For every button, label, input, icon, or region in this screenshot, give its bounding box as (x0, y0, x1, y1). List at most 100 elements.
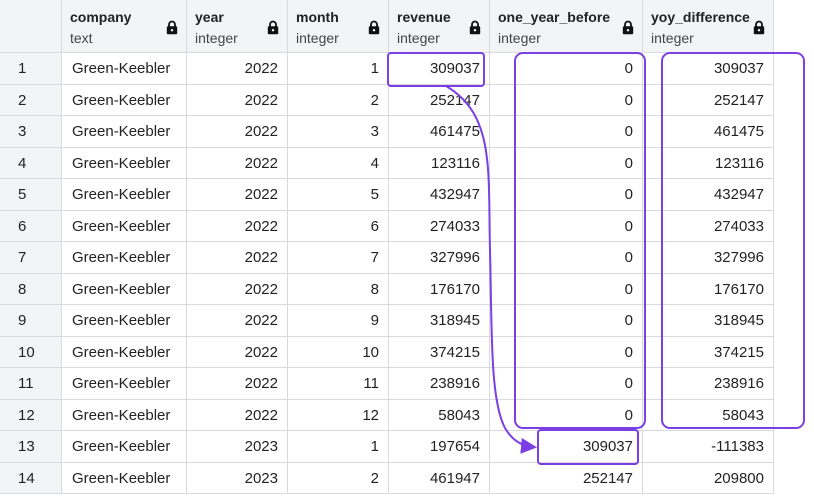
cell-yoy-difference[interactable]: 318945 (643, 305, 774, 337)
cell-revenue[interactable]: 123116 (389, 147, 490, 179)
cell-revenue[interactable]: 274033 (389, 210, 490, 242)
cell-yoy-difference[interactable]: 252147 (643, 84, 774, 116)
cell-revenue[interactable]: 197654 (389, 431, 490, 463)
column-header-year[interactable]: year integer (187, 0, 288, 53)
row-number[interactable]: 9 (0, 305, 62, 337)
cell-revenue[interactable]: 461475 (389, 116, 490, 148)
cell-month[interactable]: 3 (288, 116, 389, 148)
cell-yoy-difference[interactable]: 123116 (643, 147, 774, 179)
table-row[interactable]: 6 Green-Keebler 2022 6 274033 0 274033 (0, 210, 774, 242)
cell-yoy-difference[interactable]: 274033 (643, 210, 774, 242)
cell-one-year-before[interactable]: 0 (490, 242, 643, 274)
cell-revenue[interactable]: 318945 (389, 305, 490, 337)
cell-company[interactable]: Green-Keebler (62, 84, 187, 116)
cell-revenue[interactable]: 374215 (389, 336, 490, 368)
cell-company[interactable]: Green-Keebler (62, 53, 187, 85)
row-number[interactable]: 12 (0, 399, 62, 431)
table-row[interactable]: 10 Green-Keebler 2022 10 374215 0 374215 (0, 336, 774, 368)
cell-one-year-before[interactable]: 0 (490, 305, 643, 337)
row-number[interactable]: 14 (0, 462, 62, 494)
cell-yoy-difference[interactable]: 432947 (643, 179, 774, 211)
cell-company[interactable]: Green-Keebler (62, 179, 187, 211)
cell-one-year-before[interactable]: 0 (490, 368, 643, 400)
row-number[interactable]: 10 (0, 336, 62, 368)
table-row[interactable]: 12 Green-Keebler 2022 12 58043 0 58043 (0, 399, 774, 431)
cell-year[interactable]: 2022 (187, 273, 288, 305)
cell-year[interactable]: 2022 (187, 84, 288, 116)
cell-year[interactable]: 2022 (187, 116, 288, 148)
cell-year[interactable]: 2022 (187, 399, 288, 431)
row-number[interactable]: 7 (0, 242, 62, 274)
cell-revenue[interactable]: 238916 (389, 368, 490, 400)
cell-company[interactable]: Green-Keebler (62, 336, 187, 368)
cell-yoy-difference[interactable]: 374215 (643, 336, 774, 368)
table-row[interactable]: 5 Green-Keebler 2022 5 432947 0 432947 (0, 179, 774, 211)
cell-company[interactable]: Green-Keebler (62, 368, 187, 400)
cell-year[interactable]: 2022 (187, 305, 288, 337)
column-header-company[interactable]: company text (62, 0, 187, 53)
cell-month[interactable]: 4 (288, 147, 389, 179)
row-number[interactable]: 8 (0, 273, 62, 305)
cell-month[interactable]: 9 (288, 305, 389, 337)
table-row[interactable]: 13 Green-Keebler 2023 1 197654 309037 -111383 (0, 431, 774, 463)
cell-company[interactable]: Green-Keebler (62, 273, 187, 305)
cell-company[interactable]: Green-Keebler (62, 242, 187, 274)
table-row[interactable]: 2 Green-Keebler 2022 2 252147 0 252147 (0, 84, 774, 116)
cell-yoy-difference[interactable]: 238916 (643, 368, 774, 400)
cell-revenue[interactable]: 252147 (389, 84, 490, 116)
cell-revenue[interactable]: 327996 (389, 242, 490, 274)
cell-company[interactable]: Green-Keebler (62, 210, 187, 242)
cell-one-year-before[interactable]: 0 (490, 399, 643, 431)
cell-yoy-difference[interactable]: 176170 (643, 273, 774, 305)
cell-year[interactable]: 2023 (187, 462, 288, 494)
cell-month[interactable]: 1 (288, 431, 389, 463)
cell-one-year-before[interactable]: 252147 (490, 462, 643, 494)
cell-year[interactable]: 2022 (187, 368, 288, 400)
row-number[interactable]: 1 (0, 53, 62, 85)
cell-month[interactable]: 2 (288, 462, 389, 494)
cell-company[interactable]: Green-Keebler (62, 116, 187, 148)
cell-revenue[interactable]: 58043 (389, 399, 490, 431)
cell-month[interactable]: 5 (288, 179, 389, 211)
row-number[interactable]: 3 (0, 116, 62, 148)
column-header-one-year-before[interactable]: one_year_before integer (490, 0, 643, 53)
row-number[interactable]: 13 (0, 431, 62, 463)
cell-month[interactable]: 10 (288, 336, 389, 368)
cell-year[interactable]: 2022 (187, 147, 288, 179)
cell-month[interactable]: 8 (288, 273, 389, 305)
cell-revenue[interactable]: 176170 (389, 273, 490, 305)
cell-one-year-before[interactable]: 0 (490, 147, 643, 179)
cell-one-year-before[interactable]: 0 (490, 84, 643, 116)
column-header-yoy-difference[interactable]: yoy_difference integer (643, 0, 774, 53)
cell-company[interactable]: Green-Keebler (62, 431, 187, 463)
cell-year[interactable]: 2022 (187, 53, 288, 85)
cell-one-year-before[interactable]: 0 (490, 336, 643, 368)
cell-year[interactable]: 2023 (187, 431, 288, 463)
cell-one-year-before[interactable]: 309037 (490, 431, 643, 463)
table-row[interactable]: 3 Green-Keebler 2022 3 461475 0 461475 (0, 116, 774, 148)
cell-year[interactable]: 2022 (187, 179, 288, 211)
table-row[interactable]: 7 Green-Keebler 2022 7 327996 0 327996 (0, 242, 774, 274)
cell-yoy-difference[interactable]: 327996 (643, 242, 774, 274)
cell-revenue[interactable]: 309037 (389, 53, 490, 85)
cell-revenue[interactable]: 432947 (389, 179, 490, 211)
table-row[interactable]: 11 Green-Keebler 2022 11 238916 0 238916 (0, 368, 774, 400)
cell-month[interactable]: 11 (288, 368, 389, 400)
cell-yoy-difference[interactable]: 58043 (643, 399, 774, 431)
cell-month[interactable]: 12 (288, 399, 389, 431)
cell-one-year-before[interactable]: 0 (490, 179, 643, 211)
row-number[interactable]: 6 (0, 210, 62, 242)
cell-yoy-difference[interactable]: 309037 (643, 53, 774, 85)
cell-month[interactable]: 2 (288, 84, 389, 116)
cell-yoy-difference[interactable]: 461475 (643, 116, 774, 148)
cell-month[interactable]: 7 (288, 242, 389, 274)
table-row[interactable]: 4 Green-Keebler 2022 4 123116 0 123116 (0, 147, 774, 179)
cell-yoy-difference[interactable]: -111383 (643, 431, 774, 463)
cell-one-year-before[interactable]: 0 (490, 210, 643, 242)
cell-company[interactable]: Green-Keebler (62, 305, 187, 337)
cell-company[interactable]: Green-Keebler (62, 147, 187, 179)
column-header-month[interactable]: month integer (288, 0, 389, 53)
row-number[interactable]: 2 (0, 84, 62, 116)
cell-year[interactable]: 2022 (187, 210, 288, 242)
table-row[interactable]: 14 Green-Keebler 2023 2 461947 252147 209800 (0, 462, 774, 494)
